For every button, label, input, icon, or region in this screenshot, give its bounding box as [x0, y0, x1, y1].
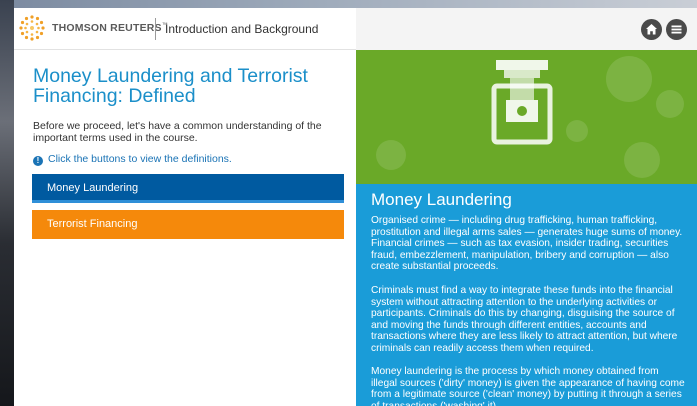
decor-circle	[376, 140, 406, 170]
module-title: Introduction and Background	[165, 22, 319, 36]
menu-button[interactable]	[666, 19, 687, 40]
brand-name: THOMSON REUTERS™	[52, 22, 168, 34]
background-photo-left	[0, 0, 14, 406]
definition-title: Money Laundering	[371, 190, 512, 209]
money-laundering-button[interactable]: Money Laundering	[32, 174, 344, 203]
decor-circle	[656, 90, 684, 118]
decor-circle	[606, 56, 652, 102]
course-window: THOMSON REUTERS™ Introduction and Backgr…	[14, 8, 697, 406]
instruction-hint: ! Click the buttons to view the definitio…	[33, 153, 232, 166]
thomson-reuters-logo-icon	[19, 15, 45, 41]
definition-paragraph: Money laundering is the process by which…	[371, 366, 685, 406]
decor-circle	[566, 120, 588, 142]
instruction-text: Click the buttons to view the definition…	[48, 153, 232, 165]
intro-text: Before we proceed, let's have a common u…	[33, 120, 322, 144]
background-photo-top	[0, 0, 697, 8]
home-icon	[646, 24, 657, 35]
terrorist-financing-button[interactable]: Terrorist Financing	[32, 210, 344, 239]
info-icon: !	[33, 156, 43, 166]
definition-paragraph: Organised crime — including drug traffic…	[371, 215, 683, 273]
header-divider	[155, 18, 156, 40]
header-bar: THOMSON REUTERS™ Introduction and Backgr…	[14, 8, 697, 50]
definition-illustration	[356, 50, 697, 184]
money-machine-icon	[491, 60, 553, 145]
page-title: Money Laundering and Terrorist Financing…	[33, 65, 308, 107]
menu-icon	[671, 25, 682, 34]
definition-panel: Money Laundering Organised crime — inclu…	[356, 184, 697, 406]
left-pane: Money Laundering and Terrorist Financing…	[14, 50, 356, 406]
home-button[interactable]	[641, 19, 662, 40]
definition-paragraph: Criminals must find a way to integrate t…	[371, 285, 678, 354]
decor-circle	[624, 142, 660, 178]
